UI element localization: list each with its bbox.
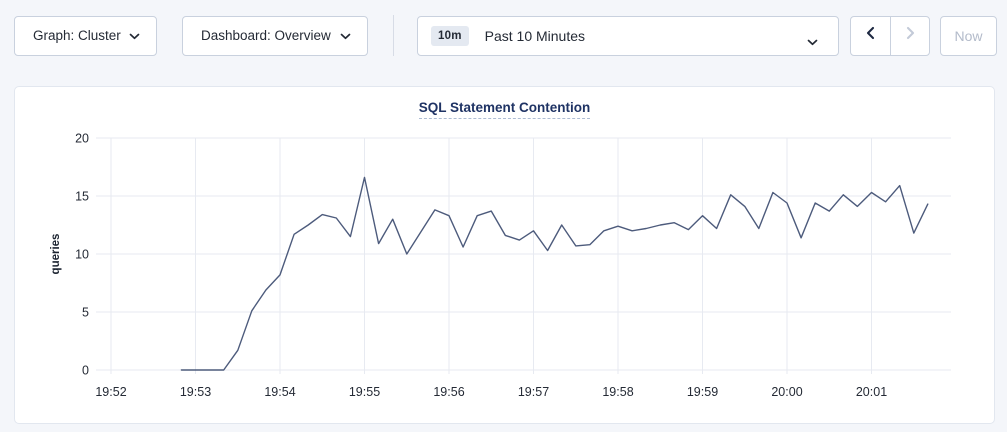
now-button[interactable]: Now [940,16,997,56]
x-tick-label: 20:01 [856,385,887,399]
chart-card: 0 5 10 15 20 19:52 19:53 19:54 19:55 19:56 19:57 19… [14,86,995,424]
x-tick-label: 19:58 [602,385,633,399]
y-tick-label: 0 [82,364,89,378]
toolbar: Graph: Cluster Dashboard: Overview 10m P… [0,0,1007,58]
y-tick-label: 15 [75,190,89,204]
chevron-down-icon [807,34,818,49]
dashboard-dropdown-label: Dashboard: Overview [201,28,331,43]
time-window-badge: 10m [431,26,469,46]
chevron-down-icon [340,28,351,43]
next-time-button[interactable] [890,17,929,55]
graph-dropdown-label: Graph: Cluster [33,28,121,43]
series-line [181,177,927,370]
y-tick-label: 10 [75,248,89,262]
x-tick-label: 19:55 [349,385,380,399]
x-tick-label: 19:53 [180,385,211,399]
prev-time-button[interactable] [851,17,890,55]
x-tick-label: 19:56 [433,385,464,399]
now-button-label: Now [954,28,982,44]
time-window-label: Past 10 Minutes [485,28,585,44]
time-window-picker[interactable]: 10m Past 10 Minutes [417,16,839,56]
x-tick-label: 19:57 [518,385,549,399]
chevron-down-icon [129,28,140,43]
x-tick-label: 20:00 [771,385,802,399]
x-tick-label: 19:54 [264,385,295,399]
dashboard-dropdown[interactable]: Dashboard: Overview [182,16,368,56]
x-tick-label: 19:52 [95,385,126,399]
x-tick-label: 19:59 [687,385,718,399]
toolbar-divider [393,15,394,56]
chart-title[interactable]: SQL Statement Contention [419,100,591,119]
plot-svg[interactable]: 0 5 10 15 20 19:52 19:53 19:54 19:55 19:56 19:57 19… [15,87,994,423]
chart-title-row: SQL Statement Contention [15,87,994,119]
chevron-left-icon [864,26,878,45]
graph-dropdown[interactable]: Graph: Cluster [14,16,157,56]
y-axis-label: queries [50,234,62,275]
y-tick-label: 5 [82,306,89,320]
time-step-button-group [850,16,930,56]
chevron-right-icon [903,26,917,45]
y-tick-label: 20 [75,132,89,146]
